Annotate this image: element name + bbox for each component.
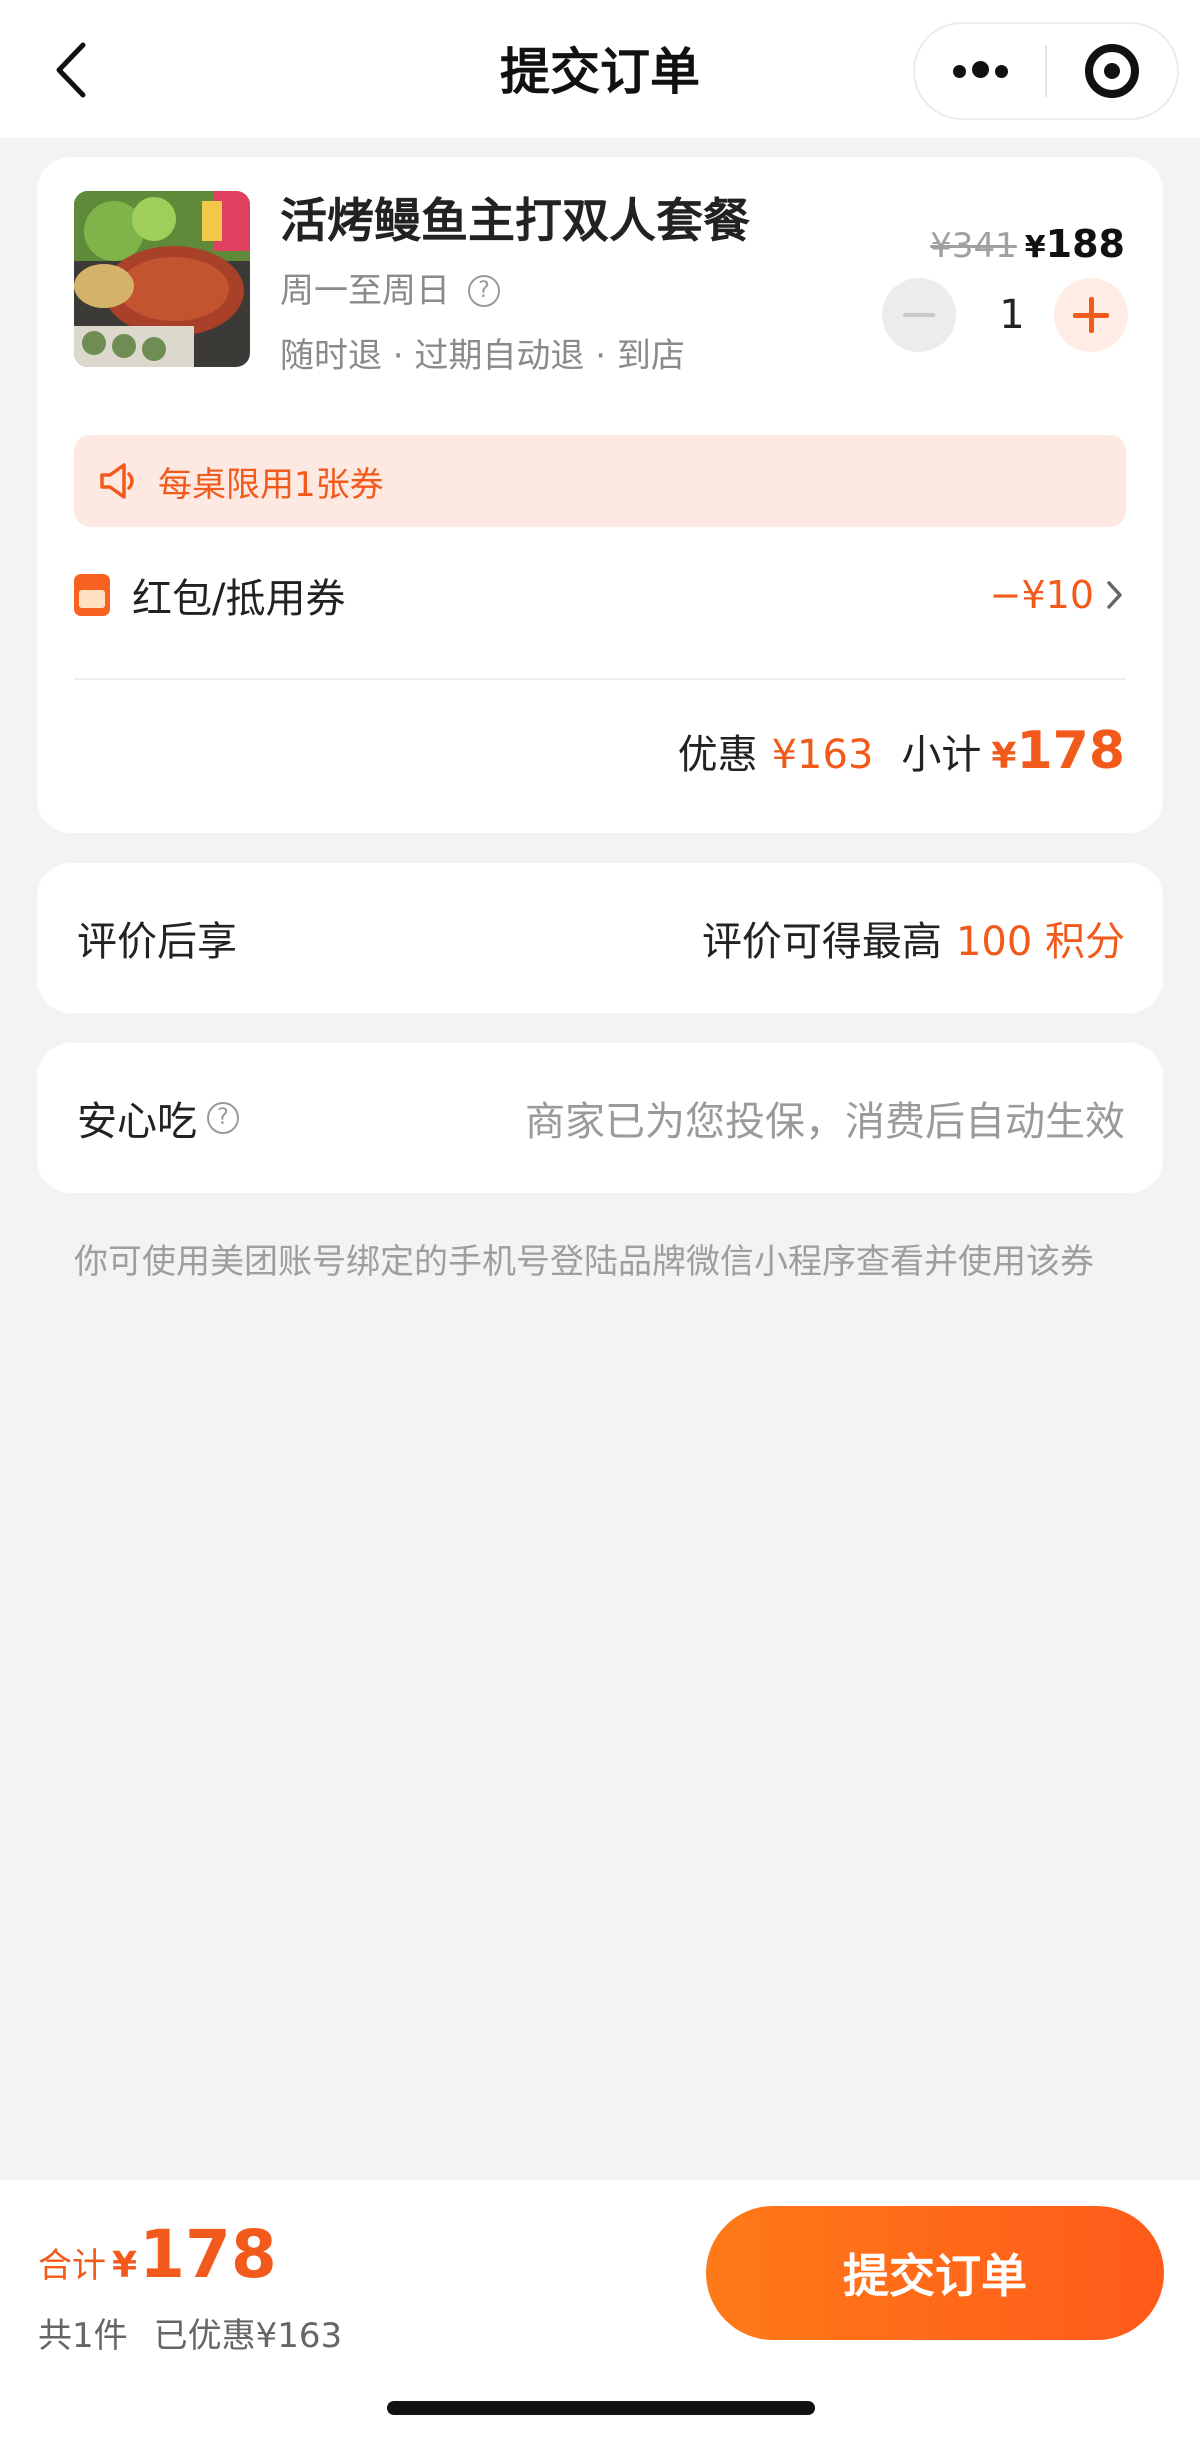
product-image [74,191,250,367]
red-packet-icon [74,574,110,616]
safe-eat-title: 安心吃 ? [77,1043,239,1193]
close-mini-program-button[interactable] [1047,24,1177,118]
total-value: 178 [139,2216,277,2293]
more-button[interactable] [915,24,1045,118]
safe-eat-label: 安心吃 [77,1099,197,1145]
question-icon[interactable]: ? [207,1102,239,1134]
mini-program-capsule [913,22,1179,120]
original-price: ¥341 [930,226,1017,266]
target-icon [1085,44,1139,98]
minus-icon [903,313,935,317]
subtotal-label: 小计 [901,732,982,778]
item-count: 共1件 [38,2316,128,2356]
notice-text: 每桌限用1张券 [158,464,384,505]
coupon-row[interactable]: 红包/抵用券 −¥10 [74,555,1126,635]
subtotal-yen: ¥ [991,736,1017,777]
review-reward-card: 评价后享 评价可得最高 100 积分 [37,863,1163,1013]
current-price: ¥188 [1025,222,1125,266]
usage-footnote: 你可使用美团账号绑定的手机号登陆品牌微信小程序查看并使用该券 [74,1242,1094,1282]
price-yen: ¥ [1024,230,1046,265]
total-label: 合计 [38,2246,106,2286]
quantity-increase-button[interactable] [1054,278,1128,352]
nav-header: 提交订单 [0,0,1200,138]
more-dots-icon [950,60,1011,82]
safe-eat-description-wrap: 商家已为您投保，消费后自动生效 [525,1043,1125,1193]
quantity-decrease-button[interactable] [882,278,956,352]
home-indicator [387,2401,815,2415]
product-availability: 周一至周日 ? [280,269,500,313]
price-value: 188 [1045,222,1125,266]
review-label: 评价后享 [77,919,237,965]
bottom-checkout-bar: 合计 ¥ 178 共1件 已优惠¥163 提交订单 [0,2180,1200,2441]
saved-amount: 已优惠¥163 [153,2316,343,2356]
coupon-limit-notice: 每桌限用1张券 [74,435,1126,527]
chevron-right-icon [1107,581,1122,609]
total-yen: ¥ [112,2245,138,2286]
order-card: 活烤鳗鱼主打双人套餐 周一至周日 ? 随时退 · 过期自动退 · 到店 ¥341… [37,157,1163,833]
divider [74,678,1126,680]
discount-label: 优惠 [677,732,758,778]
subtotal-value: ¥178 [991,719,1125,789]
subtotal-amount: 178 [1016,721,1125,781]
price-line: ¥341 ¥188 [930,221,1125,275]
total-details: 共1件 已优惠¥163 [38,2308,342,2357]
total-line: 合计 ¥ 178 [38,2216,277,2293]
review-points: 100 积分 [955,919,1125,965]
quantity-value: 1 [999,292,1025,338]
question-icon[interactable]: ? [468,275,500,307]
safe-eat-description: 商家已为您投保，消费后自动生效 [525,1099,1125,1145]
product-name: 活烤鳗鱼主打双人套餐 [280,194,750,249]
product-days-text: 周一至周日 [280,271,450,311]
coupon-label: 红包/抵用券 [132,576,346,622]
discount-value: ¥163 [771,732,874,778]
product-tags: 随时退 · 过期自动退 · 到店 [280,336,685,376]
review-text: 评价可得最高 [701,919,942,965]
review-reward: 评价可得最高 100 积分 [702,863,1125,1013]
submit-order-button[interactable]: 提交订单 [706,2206,1164,2340]
coupon-value: −¥10 [989,573,1094,617]
speaker-icon [100,463,134,499]
order-summary: 优惠 ¥163 小计 ¥178 [678,719,1125,789]
safe-eat-card: 安心吃 ? 商家已为您投保，消费后自动生效 [37,1043,1163,1193]
